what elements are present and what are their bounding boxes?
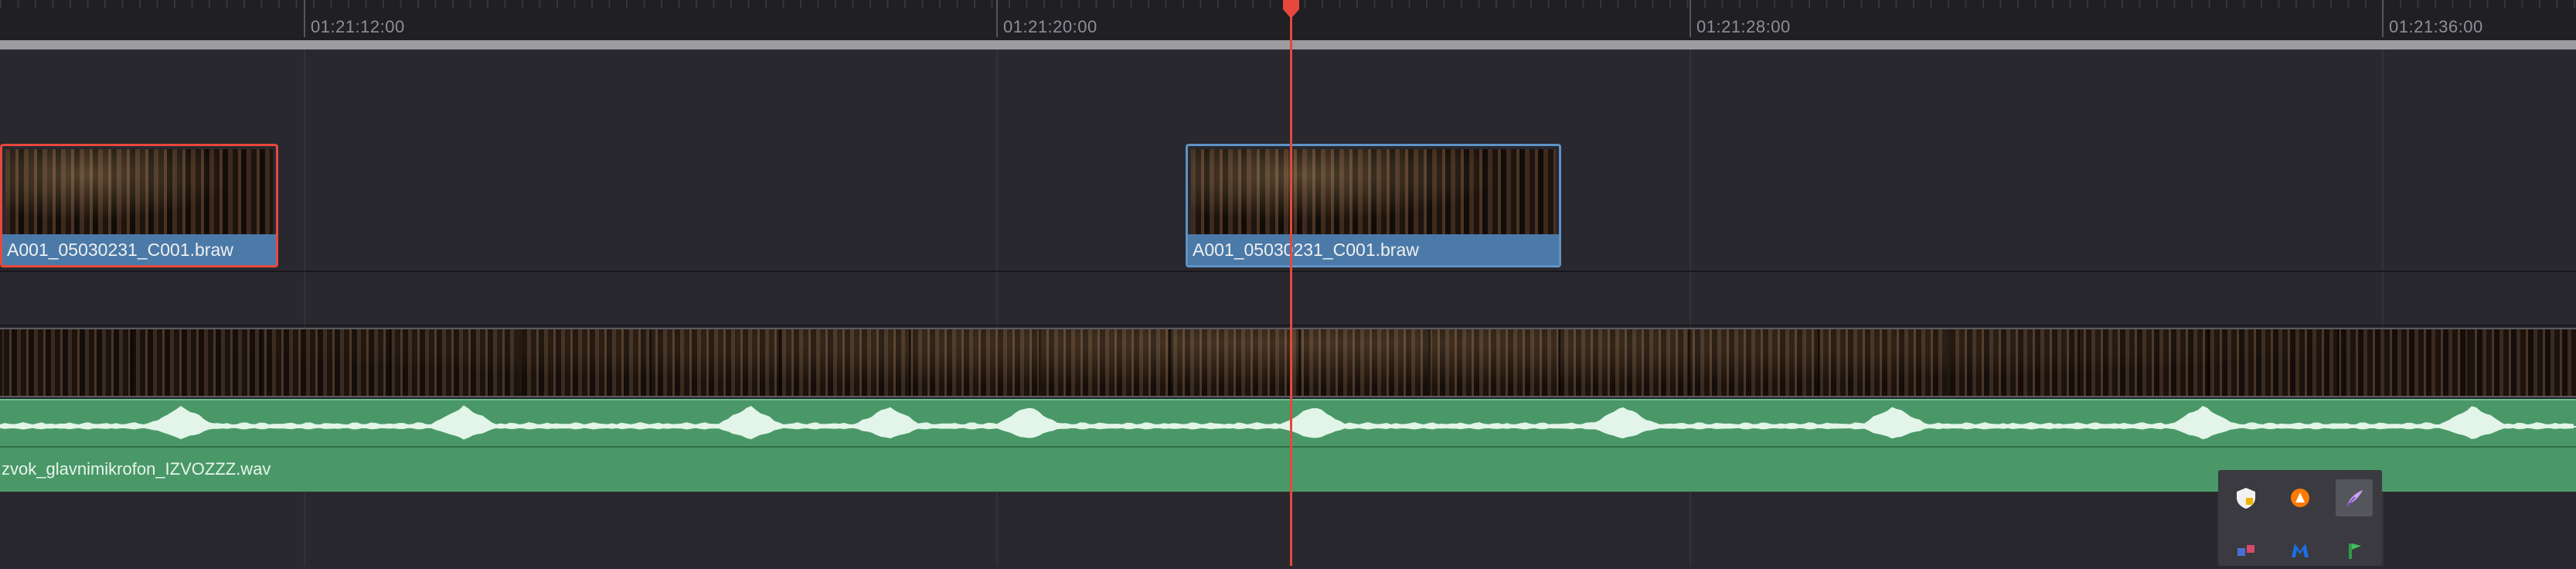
security-shield-icon[interactable] <box>2227 479 2265 516</box>
clip-name-label: A001_05030231_C001.braw <box>2 234 276 265</box>
video-clip-filmstrip[interactable] <box>0 328 2576 397</box>
ruler-tick <box>996 0 998 37</box>
timecode-label: 01:21:20:00 <box>1003 17 1097 36</box>
ruler-tick <box>304 0 305 37</box>
audio-clip-name: zvok_glavnimikrofon_IZVOZZZ.wav <box>2 459 271 479</box>
video-clip[interactable]: A001_05030231_C001.braw <box>1186 144 1561 267</box>
audio-clip[interactable] <box>0 399 2576 492</box>
video-clip-selected[interactable]: A001_05030231_C001.braw <box>0 144 278 267</box>
timecode-label: 01:21:28:00 <box>1696 17 1791 36</box>
timecode-label: 01:21:12:00 <box>311 17 405 36</box>
clip-thumbnail <box>5 149 273 234</box>
timecode-label: 01:21:36:00 <box>2389 17 2483 36</box>
timeline-scrollbar[interactable] <box>0 40 2576 49</box>
avast-icon[interactable] <box>2282 479 2319 516</box>
audio-waveform <box>0 405 2576 448</box>
track-separator <box>0 271 2576 272</box>
network-icon[interactable] <box>2227 532 2265 569</box>
clip-thumbnail <box>1191 149 1556 234</box>
malwarebytes-icon[interactable] <box>2282 532 2319 569</box>
track-separator <box>0 325 2576 326</box>
system-tray-overflow <box>2218 470 2382 566</box>
green-flag-icon[interactable] <box>2336 532 2373 569</box>
ruler-tick <box>1690 0 1691 37</box>
feather-icon[interactable] <box>2336 479 2373 516</box>
ruler-tick <box>2382 0 2384 37</box>
clip-name-label: A001_05030231_C001.braw <box>1188 234 1559 265</box>
playhead-marker-icon[interactable] <box>1281 0 1301 20</box>
playhead-line[interactable] <box>1290 0 1292 566</box>
